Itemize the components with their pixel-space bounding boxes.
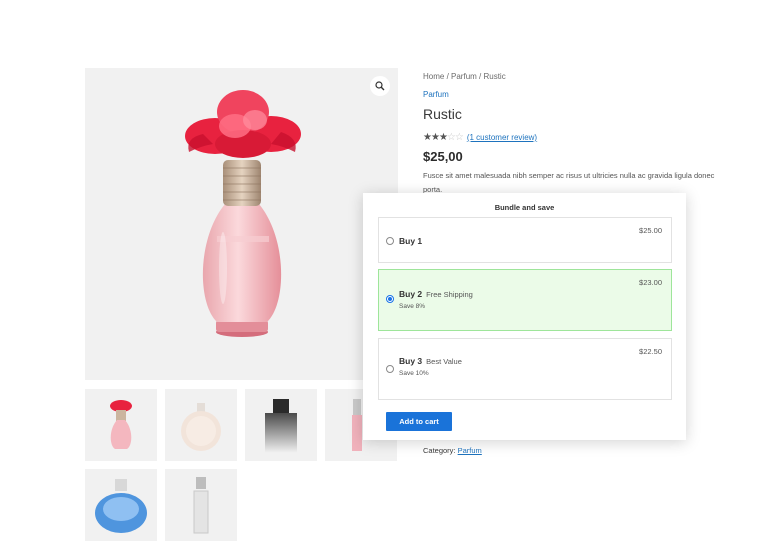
bundle-option-buy-1[interactable]: Buy 1 $25.00 bbox=[378, 217, 672, 263]
radio-button[interactable] bbox=[386, 295, 394, 303]
blue-round-bottle-icon bbox=[95, 479, 147, 533]
breadcrumb: Home / Parfum / Rustic bbox=[423, 72, 506, 81]
product-title: Rustic bbox=[423, 106, 462, 122]
zoom-button[interactable] bbox=[370, 76, 390, 96]
star-icon: ☆ bbox=[446, 132, 456, 143]
thumbnail-dark-cap-bottle[interactable] bbox=[245, 389, 317, 461]
breadcrumb-home[interactable]: Home bbox=[423, 72, 444, 81]
category-label: Category: bbox=[423, 446, 456, 455]
option-label: Buy 3 Best Value bbox=[399, 356, 462, 366]
option-tag: Best Value bbox=[426, 357, 462, 366]
option-price: $22.50 bbox=[639, 347, 662, 356]
star-icon: ★ bbox=[438, 132, 448, 143]
product-category-link[interactable]: Parfum bbox=[423, 90, 449, 99]
thumbnail-pink-rose-bottle[interactable] bbox=[85, 389, 157, 461]
star-rating-icon: ★★★☆☆ bbox=[423, 132, 464, 143]
option-price: $25.00 bbox=[639, 226, 662, 235]
option-label: Buy 2 Free Shipping bbox=[399, 289, 473, 299]
main-product-image[interactable] bbox=[85, 68, 398, 380]
bundle-and-save-panel: Bundle and save Buy 1 $25.00 Buy 2 Free S… bbox=[363, 193, 686, 440]
product-rating: ★★★☆☆ (1 customer review) bbox=[423, 132, 537, 143]
option-save-text: Save 8% bbox=[399, 303, 426, 310]
pink-rose-bottle-icon bbox=[110, 400, 132, 449]
dark-cap-gradient-bottle-icon bbox=[265, 399, 297, 453]
star-icon: ★ bbox=[430, 132, 440, 143]
clear-slim-bottle-icon bbox=[193, 477, 209, 534]
zoom-icon bbox=[375, 81, 385, 91]
product-meta-category: Category: Parfum bbox=[423, 446, 482, 455]
option-tag: Free Shipping bbox=[426, 290, 473, 299]
radio-button[interactable] bbox=[386, 365, 394, 373]
perfume-bottle-image bbox=[185, 90, 301, 337]
add-to-cart-button[interactable]: Add to cart bbox=[386, 412, 452, 431]
category-value-link[interactable]: Parfum bbox=[458, 446, 482, 455]
round-flat-bottle-icon bbox=[181, 403, 221, 451]
thumbnail-blue-round-bottle[interactable] bbox=[85, 469, 157, 541]
customer-review-link[interactable]: (1 customer review) bbox=[467, 133, 537, 142]
bundle-option-buy-2[interactable]: Buy 2 Free Shipping Save 8% $23.00 bbox=[378, 269, 672, 331]
breadcrumb-separator: / bbox=[444, 72, 452, 81]
thumbnail-round-flat-bottle[interactable] bbox=[165, 389, 237, 461]
bundle-title: Bundle and save bbox=[494, 203, 555, 212]
breadcrumb-category[interactable]: Parfum bbox=[451, 72, 477, 81]
option-save-text: Save 10% bbox=[399, 370, 429, 377]
option-price: $23.00 bbox=[639, 278, 662, 287]
star-icon: ★ bbox=[423, 132, 432, 143]
breadcrumb-current: Rustic bbox=[483, 72, 506, 81]
bundle-option-buy-3[interactable]: Buy 3 Best Value Save 10% $22.50 bbox=[378, 338, 672, 400]
radio-button[interactable] bbox=[386, 237, 394, 245]
thumbnail-clear-slim-bottle[interactable] bbox=[165, 469, 237, 541]
product-price: $25,00 bbox=[423, 149, 463, 164]
star-icon: ☆ bbox=[454, 132, 464, 143]
option-label: Buy 1 bbox=[399, 236, 423, 246]
